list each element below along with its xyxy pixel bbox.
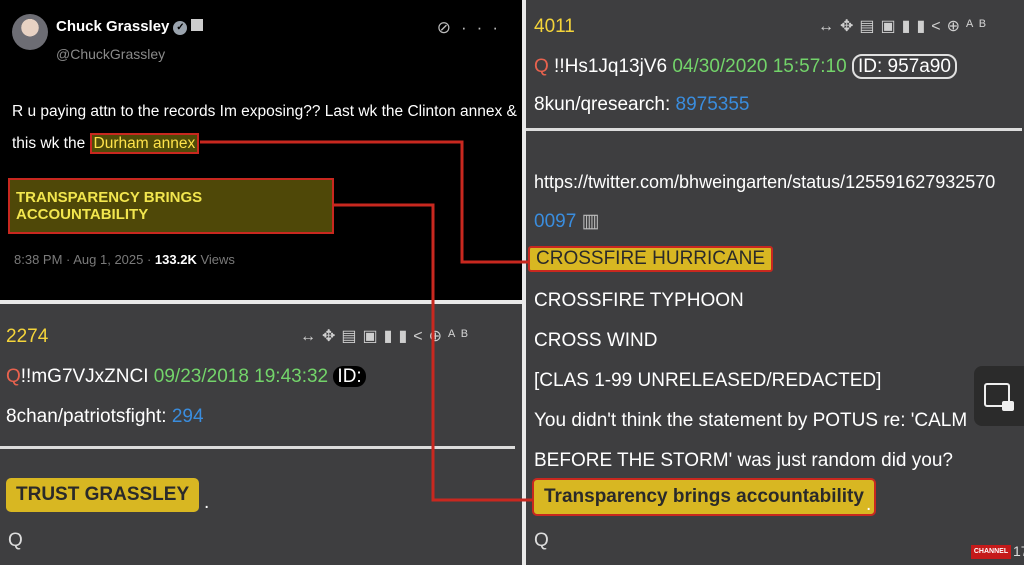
post-signature: Q <box>8 530 23 551</box>
q-post-right: 4011 ↔✥▤▣▮▮<⊕ᴬᴮ Q !!Hs1Jq13jV6 04/30/202… <box>526 0 1024 565</box>
tweet-author-name[interactable]: Chuck Grassley ✓ <box>56 18 204 35</box>
post-header: Q!!mG7VJxZNCI 09/23/2018 19:43:32 ID: <box>6 366 366 388</box>
poster-name: Q <box>534 56 549 77</box>
trust-grassley-box: TRUST GRASSLEY <box>6 478 200 512</box>
post-header: Q !!Hs1Jq13jV6 04/30/2020 15:57:10 ID: 9… <box>534 54 957 79</box>
tweet-author-handle[interactable]: @ChuckGrassley <box>56 46 165 62</box>
views-count: 133.2K <box>154 252 197 267</box>
durham-annex-highlight: Durham annex <box>89 133 200 154</box>
tweet-text: R u paying attn to the records Im exposi… <box>12 96 517 160</box>
post-signature: Q <box>534 530 549 551</box>
post-number[interactable]: 2274 <box>6 326 48 348</box>
tweet-url-line-2: 0097 ▥ <box>534 210 600 233</box>
post-board: 8chan/patriotsfight: 294 <box>6 406 204 428</box>
tripcode: !!mG7VJxZNCI <box>20 366 149 387</box>
board-name: 8kun/qresearch: <box>534 94 676 115</box>
post-line-4: You didn't think the statement by POTUS … <box>534 410 968 431</box>
board-link[interactable]: 8975355 <box>676 94 750 115</box>
tweet-panel: Chuck Grassley ✓ @ChuckGrassley ⊘··· R u … <box>0 0 522 300</box>
views-label: Views <box>200 252 235 267</box>
tweet-actions[interactable]: ⊘··· <box>437 18 508 38</box>
grok-icon[interactable]: ⊘ <box>437 18 461 37</box>
q-post-left: 2274 ↔✥▤▣▮▮<⊕ᴬᴮ Q!!mG7VJxZNCI 09/23/2018… <box>0 304 522 565</box>
trailing-dot: . <box>204 492 210 513</box>
post-number[interactable]: 4011 <box>534 16 575 38</box>
trash-icon[interactable]: ▥ <box>582 211 600 232</box>
crossfire-hurricane-highlight: CROSSFIRE HURRICANE <box>528 246 774 272</box>
id-badge[interactable]: ID: <box>333 366 366 387</box>
more-icon[interactable]: ··· <box>461 18 508 37</box>
tweet-meta: 8:38 PM · Aug 1, 2025 · 133.2K Views <box>14 252 235 267</box>
author-name-text[interactable]: Chuck Grassley <box>56 18 169 35</box>
post-line-2: CROSS WIND <box>534 330 658 351</box>
post-board: 8kun/qresearch: 8975355 <box>534 94 750 116</box>
channel-number: 17 <box>1013 543 1024 559</box>
channel-logo: CHANNEL <box>971 545 1011 559</box>
post-date: 04/30/2020 15:57:10 <box>667 56 847 77</box>
picture-in-picture-button[interactable] <box>974 366 1024 426</box>
transparency-highlight: Transparency brings accountability <box>532 478 876 516</box>
trailing-dot: . <box>866 494 872 515</box>
board-link[interactable]: 294 <box>172 406 204 427</box>
picture-in-picture-icon <box>984 383 1014 411</box>
post-toolbar[interactable]: ↔✥▤▣▮▮<⊕ᴬᴮ <box>818 16 992 36</box>
tweet-url-line-1[interactable]: https://twitter.com/bhweingarten/status/… <box>534 172 995 193</box>
verified-badge-icon: ✓ <box>173 21 188 35</box>
poster-name: Q <box>6 366 21 387</box>
post-line-1: CROSSFIRE TYPHOON <box>534 290 744 311</box>
tweet-text-body: R u paying attn to the records Im exposi… <box>12 103 517 152</box>
tripcode: !!Hs1Jq13jV6 <box>548 56 668 77</box>
post-toolbar[interactable]: ↔✥▤▣▮▮<⊕ᴬᴮ <box>300 326 474 346</box>
id-badge[interactable]: ID: 957a90 <box>851 54 957 79</box>
tweet-url-end[interactable]: 0097 <box>534 211 576 232</box>
post-date: 09/23/2018 19:43:32 <box>153 366 329 387</box>
government-flag-icon <box>191 19 204 31</box>
post-line-5: BEFORE THE STORM' was just random did yo… <box>534 450 953 471</box>
avatar[interactable] <box>12 14 48 50</box>
post-line-3: [CLAS 1-99 UNRELEASED/REDACTED] <box>534 370 882 391</box>
post-separator <box>0 446 515 449</box>
tweet-timestamp[interactable]: 8:38 PM · Aug 1, 2025 · <box>14 252 155 267</box>
transparency-banner: TRANSPARENCY BRINGS ACCOUNTABILITY <box>8 178 334 234</box>
post-separator <box>526 128 1022 131</box>
board-name: 8chan/patriotsfight: <box>6 406 172 427</box>
